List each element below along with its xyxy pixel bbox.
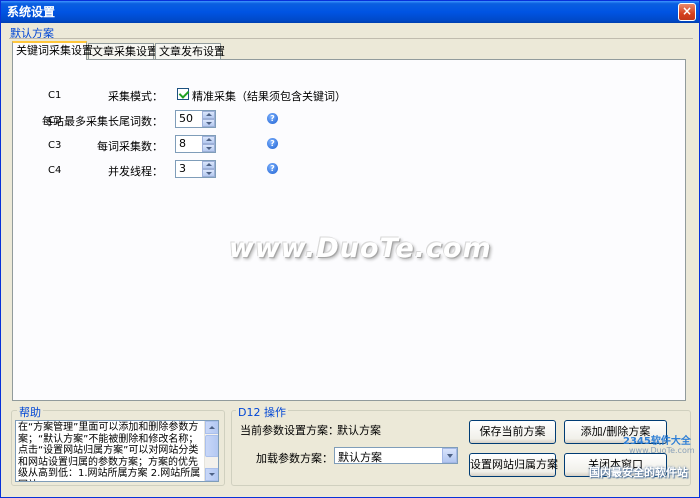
chevron-down-icon[interactable] (442, 448, 457, 463)
logo-line-1: 2345软件大全 (623, 436, 691, 447)
set-site-scheme-button[interactable]: 设置网站归属方案 (469, 453, 558, 477)
max-longtail-value[interactable]: 50 (179, 112, 193, 125)
help-scrollbar[interactable] (204, 421, 218, 481)
title-bar[interactable]: 系统设置 × (1, 1, 699, 23)
close-window-button[interactable]: × (678, 3, 696, 21)
scroll-down-button[interactable] (205, 468, 218, 481)
collect-mode-label: 采集模式： (108, 90, 163, 103)
corner-logo: 2345软件大全 www.DuoTe.com 国内最安全的软件站 (589, 424, 697, 480)
save-scheme-button[interactable]: 保存当前方案 (469, 420, 556, 444)
help-icon[interactable]: ? (267, 138, 278, 149)
logo-line-2: www.DuoTe.com (629, 446, 695, 455)
max-longtail-up-button[interactable] (202, 111, 215, 119)
per-word-count-stepper[interactable]: 8 (175, 135, 216, 153)
max-longtail-stepper[interactable]: 50 (175, 110, 216, 128)
tab-keyword-collect[interactable]: 关键词采集设置 (12, 41, 93, 60)
help-textbox[interactable]: 在“方案管理”里面可以添加和删除参数方案；“默认方案”不能被删除和修改名称；点击… (15, 420, 219, 482)
per-word-count-down-button[interactable] (202, 144, 215, 152)
load-scheme-label: 加载参数方案： (256, 452, 333, 465)
scroll-thumb[interactable] (205, 435, 218, 457)
settings-window: 系统设置 × 默认方案 关键词采集设置 文章采集设置 文章发布设置 C1 采集模… (0, 0, 700, 498)
tab-article-collect[interactable]: 文章采集设置 (88, 43, 158, 59)
operations-group-title: D12 操作 (236, 404, 288, 420)
scheme-divider (9, 38, 693, 39)
current-scheme-label: 当前参数设置方案： (240, 424, 339, 437)
threads-down-button[interactable] (202, 169, 215, 177)
scroll-up-button[interactable] (205, 421, 218, 434)
help-icon[interactable]: ? (267, 113, 278, 124)
help-text: 在“方案管理”里面可以添加和删除参数方案；“默认方案”不能被删除和修改名称；点击… (18, 422, 201, 481)
per-word-count-spin-buttons (202, 136, 215, 152)
window-title: 系统设置 (7, 5, 56, 19)
threads-value[interactable]: 3 (179, 162, 186, 175)
watermark-text: www.DuoTe.com (229, 233, 492, 264)
current-scheme-value: 默认方案 (337, 424, 381, 437)
tab-article-publish[interactable]: 文章发布设置 (155, 43, 225, 59)
max-longtail-label: 每站最多采集长尾词数： (42, 115, 163, 128)
max-longtail-spin-buttons (202, 111, 215, 127)
per-word-count-value[interactable]: 8 (179, 137, 186, 150)
help-group-title: 帮助 (17, 404, 43, 420)
help-icon[interactable]: ? (267, 163, 278, 174)
logo-line-3: 国内最安全的软件站 (589, 466, 688, 479)
load-scheme-selected: 默认方案 (338, 451, 382, 464)
per-word-count-up-button[interactable] (202, 136, 215, 144)
threads-up-button[interactable] (202, 161, 215, 169)
max-longtail-down-button[interactable] (202, 119, 215, 127)
per-word-count-label: 每词采集数： (97, 140, 163, 153)
threads-spin-buttons (202, 161, 215, 177)
threads-label: 并发线程： (108, 165, 163, 178)
load-scheme-select[interactable]: 默认方案 (334, 447, 458, 464)
threads-stepper[interactable]: 3 (175, 160, 216, 178)
tab-panel-keyword-collect (12, 59, 686, 401)
precise-collect-text: 精准采集（结果须包含关键词） (192, 90, 346, 103)
precise-collect-checkbox[interactable] (177, 88, 189, 100)
